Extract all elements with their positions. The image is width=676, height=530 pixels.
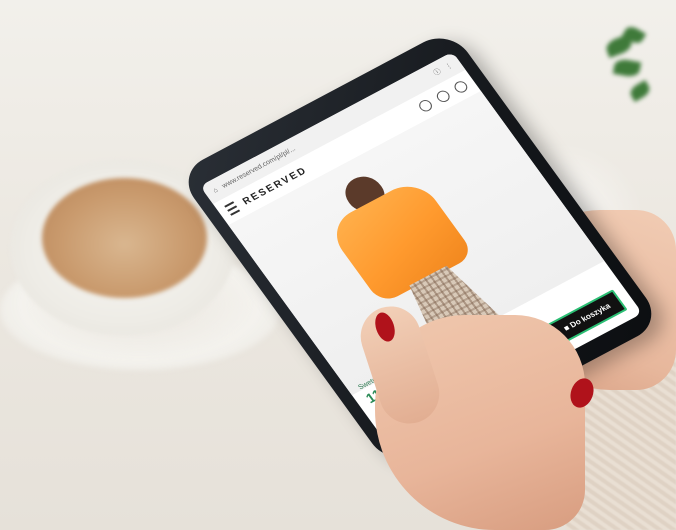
menu-icon[interactable] [224,201,241,216]
coffee [42,178,207,298]
more-icon[interactable]: ⋮ [443,61,454,71]
add-to-cart-label: Do koszyka [568,301,613,330]
account-icon[interactable] [434,88,453,105]
plant-decor [596,23,656,138]
home-icon[interactable]: ⌂ [211,186,219,194]
info-icon[interactable]: ⓘ [431,67,443,78]
search-icon[interactable] [416,98,435,114]
bag-icon[interactable] [452,79,470,95]
